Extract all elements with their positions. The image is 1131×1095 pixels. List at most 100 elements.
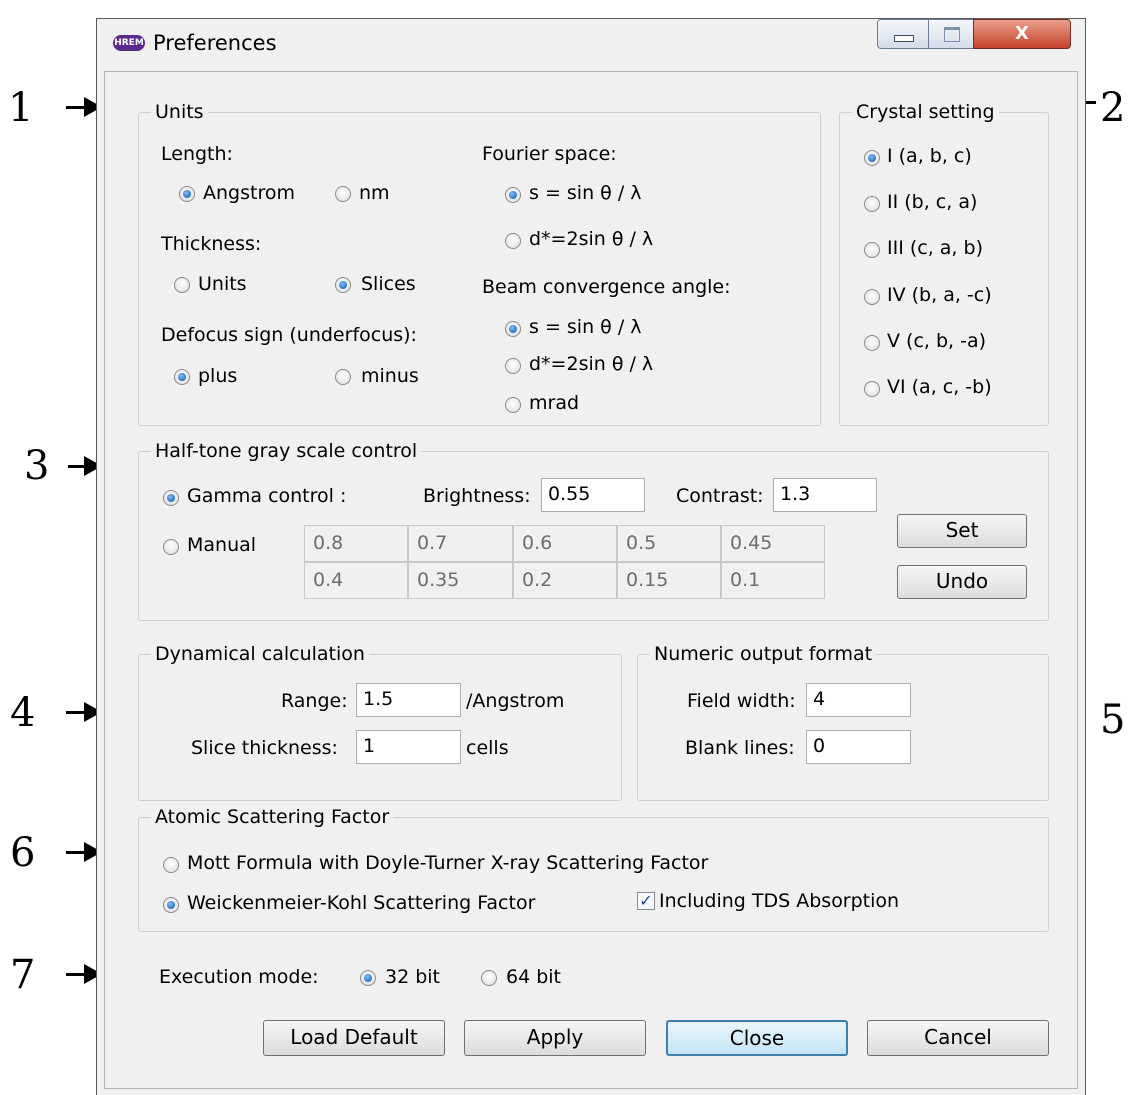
weickenmeier-kohl-radio[interactable] — [163, 897, 179, 913]
manual-cell[interactable]: 0.5 — [617, 525, 721, 562]
apply-button[interactable]: Apply — [464, 1020, 646, 1056]
close-window-button[interactable]: X — [973, 19, 1071, 49]
slice-thickness-input[interactable]: 1 — [356, 730, 461, 764]
scattering-group: Atomic Scattering Factor Mott Formula wi… — [138, 806, 1049, 932]
maximize-button[interactable] — [928, 19, 974, 49]
crystal-III-radio[interactable] — [864, 242, 880, 258]
weickenmeier-kohl-label[interactable]: Weickenmeier-Kohl Scattering Factor — [187, 892, 535, 914]
callout-7: 7 — [10, 952, 36, 998]
manual-label[interactable]: Manual — [187, 534, 256, 556]
manual-cell[interactable]: 0.1 — [721, 562, 825, 599]
execution-64bit-radio[interactable] — [481, 970, 497, 986]
defocus-minus-label[interactable]: minus — [361, 365, 419, 387]
thickness-units-radio[interactable] — [174, 277, 190, 293]
callout-4-arrow — [66, 702, 102, 722]
range-input[interactable]: 1.5 — [356, 683, 461, 717]
mott-formula-label[interactable]: Mott Formula with Doyle-Turner X-ray Sca… — [187, 852, 708, 874]
dialog-body: Units Length: Angstrom nm Thickness: Uni… — [104, 71, 1078, 1089]
field-width-label: Field width: — [687, 690, 796, 712]
fourier-s-radio[interactable] — [505, 187, 521, 203]
beam-mrad-radio[interactable] — [505, 397, 521, 413]
gamma-control-label[interactable]: Gamma control : — [187, 485, 346, 507]
title-bar: HREM Preferences X — [97, 19, 1085, 71]
window-title: Preferences — [153, 31, 277, 55]
beam-s-radio[interactable] — [505, 321, 521, 337]
numeric-group: Numeric output format Field width: 4 Bla… — [637, 643, 1049, 801]
crystal-II-label[interactable]: II (b, c, a) — [887, 191, 977, 213]
brightness-label: Brightness: — [423, 485, 531, 507]
field-width-input[interactable]: 4 — [806, 683, 911, 717]
defocus-plus-radio[interactable] — [174, 369, 190, 385]
length-angstrom-radio[interactable] — [179, 186, 195, 202]
manual-cell[interactable]: 0.6 — [513, 525, 617, 562]
mott-formula-radio[interactable] — [163, 857, 179, 873]
manual-cell[interactable]: 0.45 — [721, 525, 825, 562]
manual-cell[interactable]: 0.15 — [617, 562, 721, 599]
brightness-input[interactable]: 0.55 — [541, 478, 645, 512]
contrast-input[interactable]: 1.3 — [773, 478, 877, 512]
manual-cell[interactable]: 0.8 — [304, 525, 408, 562]
crystal-V-label[interactable]: V (c, b, -a) — [887, 330, 986, 352]
crystal-V-radio[interactable] — [864, 335, 880, 351]
thickness-units-label[interactable]: Units — [198, 273, 247, 295]
length-nm-label[interactable]: nm — [359, 182, 390, 204]
halftone-group-title: Half-tone gray scale control — [151, 440, 422, 462]
execution-64bit-label[interactable]: 64 bit — [506, 966, 561, 988]
crystal-I-label[interactable]: I (a, b, c) — [887, 145, 972, 167]
fourier-label: Fourier space: — [482, 143, 617, 165]
beam-mrad-label[interactable]: mrad — [529, 392, 579, 414]
defocus-plus-label[interactable]: plus — [198, 365, 237, 387]
undo-button[interactable]: Undo — [897, 565, 1027, 599]
gamma-control-radio[interactable] — [163, 490, 179, 506]
beam-s-label[interactable]: s = sin θ / λ — [529, 316, 642, 338]
callout-1-arrow — [66, 97, 102, 117]
length-angstrom-label[interactable]: Angstrom — [203, 182, 295, 204]
minimize-button[interactable] — [877, 19, 929, 49]
execution-32bit-radio[interactable] — [360, 970, 376, 986]
crystal-IV-label[interactable]: IV (b, a, -c) — [887, 284, 992, 306]
thickness-label: Thickness: — [161, 233, 262, 255]
manual-radio[interactable] — [163, 539, 179, 555]
length-label: Length: — [161, 143, 233, 165]
crystal-IV-radio[interactable] — [864, 289, 880, 305]
callout-3: 3 — [24, 443, 50, 489]
length-nm-radio[interactable] — [335, 186, 351, 202]
scattering-group-title: Atomic Scattering Factor — [151, 806, 394, 828]
crystal-II-radio[interactable] — [864, 196, 880, 212]
manual-cell[interactable]: 0.7 — [408, 525, 513, 562]
crystal-III-label[interactable]: III (c, a, b) — [887, 237, 983, 259]
range-label: Range: — [281, 690, 348, 712]
crystal-VI-label[interactable]: VI (a, c, -b) — [887, 376, 992, 398]
blank-lines-input[interactable]: 0 — [806, 730, 911, 764]
execution-mode-label: Execution mode: — [159, 966, 319, 988]
preferences-window: HREM Preferences X Units Length: Angstro… — [96, 18, 1086, 1095]
manual-cell[interactable]: 0.35 — [408, 562, 513, 599]
thickness-slices-radio[interactable] — [335, 277, 351, 293]
defocus-label: Defocus sign (underfocus): — [161, 324, 417, 346]
fourier-d-radio[interactable] — [505, 233, 521, 249]
load-default-button[interactable]: Load Default — [263, 1020, 445, 1056]
set-button[interactable]: Set — [897, 514, 1027, 548]
contrast-label: Contrast: — [676, 485, 764, 507]
fourier-d-label[interactable]: d*=2sin θ / λ — [529, 228, 653, 250]
fourier-s-label[interactable]: s = sin θ / λ — [529, 182, 642, 204]
beam-d-label[interactable]: d*=2sin θ / λ — [529, 353, 653, 375]
callout-3-arrow — [68, 456, 102, 476]
manual-cell[interactable]: 0.4 — [304, 562, 408, 599]
numeric-group-title: Numeric output format — [650, 643, 877, 665]
crystal-group: Crystal setting I (a, b, c) II (b, c, a)… — [839, 101, 1049, 426]
defocus-minus-radio[interactable] — [335, 369, 351, 385]
tds-absorption-checkbox[interactable]: ✓ — [637, 892, 655, 910]
crystal-I-radio[interactable] — [864, 150, 880, 166]
cancel-button[interactable]: Cancel — [867, 1020, 1049, 1056]
close-button[interactable]: Close — [666, 1020, 848, 1056]
thickness-slices-label[interactable]: Slices — [361, 273, 416, 295]
maximize-icon — [944, 27, 960, 42]
execution-32bit-label[interactable]: 32 bit — [385, 966, 440, 988]
crystal-VI-radio[interactable] — [864, 381, 880, 397]
tds-absorption-label[interactable]: Including TDS Absorption — [659, 890, 899, 912]
manual-cell[interactable]: 0.2 — [513, 562, 617, 599]
range-unit: /Angstrom — [466, 690, 565, 712]
beam-d-radio[interactable] — [505, 358, 521, 374]
crystal-group-title: Crystal setting — [852, 101, 999, 123]
